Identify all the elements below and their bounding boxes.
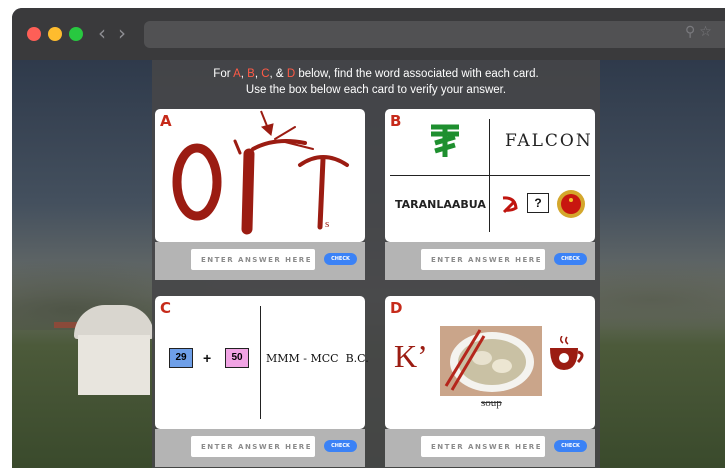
check-button-b[interactable]: CHECK bbox=[554, 253, 587, 265]
tea-cup-icon bbox=[550, 336, 584, 370]
number-box-blue: 29 bbox=[169, 348, 193, 368]
national-emblem-icon bbox=[557, 190, 585, 218]
check-button-d[interactable]: CHECK bbox=[554, 440, 587, 452]
forward-icon[interactable]: › bbox=[118, 21, 126, 45]
letter-o-image bbox=[172, 143, 222, 221]
instructions-line-1: For A, B, C, & D below, find the word as… bbox=[213, 68, 539, 80]
search-icon[interactable]: ⚲ bbox=[685, 24, 699, 40]
taranlaabua-word: TARANLAABUA bbox=[395, 198, 486, 211]
check-button-a[interactable]: CHECK bbox=[324, 253, 357, 265]
question-box: ? bbox=[527, 193, 549, 213]
tree-branch-image bbox=[233, 126, 314, 235]
instructions-line-2: Use the box below each card to verify yo… bbox=[245, 84, 507, 96]
answer-input-b[interactable] bbox=[421, 249, 545, 270]
card-a-rebus: s bbox=[172, 110, 349, 235]
soup-word: soup bbox=[481, 397, 502, 409]
number-box-pink: 50 bbox=[225, 348, 249, 368]
plus-sign: + bbox=[203, 350, 212, 366]
page-background: For A, B, C, & D below, find the word as… bbox=[12, 60, 725, 468]
browser-window: ‹ › ⚲☆ For A, B, C, & D below, find the … bbox=[12, 8, 725, 468]
letter-k-text: K’ bbox=[394, 338, 428, 374]
arrow-down-icon bbox=[260, 110, 274, 136]
answer-input-a[interactable] bbox=[191, 249, 315, 270]
card-d: D K’ soup bbox=[385, 296, 595, 429]
card-c: C 29 + 50 MMM - MCC B.C. bbox=[155, 296, 369, 429]
tugrik-icon bbox=[431, 124, 459, 157]
card-letter: D bbox=[390, 299, 403, 317]
background-yurt bbox=[74, 305, 154, 395]
back-icon[interactable]: ‹ bbox=[98, 21, 106, 45]
instructions: For A, B, C, & D below, find the word as… bbox=[152, 66, 600, 98]
address-bar-icons: ⚲☆ bbox=[685, 24, 716, 40]
minimize-window-button[interactable] bbox=[48, 27, 62, 41]
card-letter: B bbox=[390, 112, 402, 130]
address-bar[interactable] bbox=[144, 21, 725, 48]
card-b: B FALCON TARANLAABUA ? bbox=[385, 109, 595, 242]
answer-row-c: CHECK bbox=[155, 429, 365, 467]
check-button-c[interactable]: CHECK bbox=[324, 440, 357, 452]
star-icon[interactable]: ☆ bbox=[699, 24, 716, 40]
svg-text:s: s bbox=[325, 218, 329, 230]
hammer-sickle-icon bbox=[502, 196, 518, 214]
answer-input-c[interactable] bbox=[191, 436, 315, 457]
titlebar: ‹ › ⚲☆ bbox=[12, 8, 725, 60]
close-window-button[interactable] bbox=[27, 27, 41, 41]
falcon-word: FALCON bbox=[505, 131, 593, 151]
pickaxe-image: s bbox=[298, 155, 349, 230]
answer-input-d[interactable] bbox=[421, 436, 545, 457]
roman-numeral-text: MMM - MCC B.C. bbox=[266, 352, 369, 365]
answer-row-a: CHECK bbox=[155, 242, 365, 280]
zoom-window-button[interactable] bbox=[69, 27, 83, 41]
dumpling-soup-image bbox=[440, 326, 542, 396]
answer-row-d: CHECK bbox=[385, 429, 595, 467]
card-a: A s bbox=[155, 109, 365, 242]
puzzle-panel: For A, B, C, & D below, find the word as… bbox=[152, 60, 600, 468]
card-letter: C bbox=[160, 299, 172, 317]
answer-row-b: CHECK bbox=[385, 242, 595, 280]
